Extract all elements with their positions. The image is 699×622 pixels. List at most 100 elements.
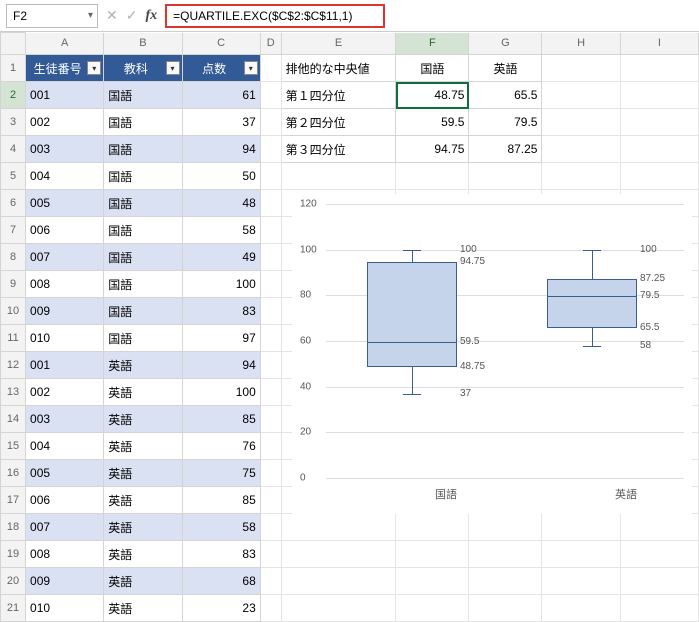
col-header-F[interactable]: F <box>396 33 469 55</box>
cell-A15[interactable]: 004 <box>26 433 104 460</box>
cell-E20[interactable] <box>281 568 396 595</box>
row-header-9[interactable]: 9 <box>1 271 26 298</box>
chevron-down-icon[interactable]: ▾ <box>88 10 93 21</box>
cell-D10[interactable] <box>260 298 281 325</box>
cell-I20[interactable] <box>620 568 698 595</box>
cell-B18[interactable]: 英語 <box>104 514 182 541</box>
row-header-15[interactable]: 15 <box>1 433 26 460</box>
cell-C3[interactable]: 37 <box>182 109 260 136</box>
row-header-8[interactable]: 8 <box>1 244 26 271</box>
cell-I2[interactable] <box>620 82 698 109</box>
row-header-16[interactable]: 16 <box>1 460 26 487</box>
cell-C9[interactable]: 100 <box>182 271 260 298</box>
cell-F20[interactable] <box>396 568 469 595</box>
row-header-17[interactable]: 17 <box>1 487 26 514</box>
cell-F2[interactable]: 48.75 <box>396 82 469 109</box>
cell-D12[interactable] <box>260 352 281 379</box>
cell-A8[interactable]: 007 <box>26 244 104 271</box>
cell-H5[interactable] <box>542 163 620 190</box>
cell-C5[interactable]: 50 <box>182 163 260 190</box>
cell-C19[interactable]: 83 <box>182 541 260 568</box>
cell-A17[interactable]: 006 <box>26 487 104 514</box>
col-header-H[interactable]: H <box>542 33 620 55</box>
cell-D11[interactable] <box>260 325 281 352</box>
cell-A6[interactable]: 005 <box>26 190 104 217</box>
cell-D8[interactable] <box>260 244 281 271</box>
cell-E19[interactable] <box>281 541 396 568</box>
cell-F3[interactable]: 59.5 <box>396 109 469 136</box>
cell-B5[interactable]: 国語 <box>104 163 182 190</box>
cell-G20[interactable] <box>469 568 542 595</box>
cell-I5[interactable] <box>620 163 698 190</box>
cell-G5[interactable] <box>469 163 542 190</box>
cell-A21[interactable]: 010 <box>26 595 104 622</box>
row-header-19[interactable]: 19 <box>1 541 26 568</box>
cell-D3[interactable] <box>260 109 281 136</box>
cell-C20[interactable]: 68 <box>182 568 260 595</box>
cell-I3[interactable] <box>620 109 698 136</box>
col-header-G[interactable]: G <box>469 33 542 55</box>
cell-F21[interactable] <box>396 595 469 622</box>
cell-G18[interactable] <box>469 514 542 541</box>
cell-H19[interactable] <box>542 541 620 568</box>
cell-B12[interactable]: 英語 <box>104 352 182 379</box>
cell-D19[interactable] <box>260 541 281 568</box>
row-header-21[interactable]: 21 <box>1 595 26 622</box>
filter-dropdown-icon[interactable]: ▾ <box>244 61 258 75</box>
cell-A13[interactable]: 002 <box>26 379 104 406</box>
cell-C14[interactable]: 85 <box>182 406 260 433</box>
cell-C1[interactable]: 点数▾ <box>182 55 260 82</box>
cell-H4[interactable] <box>542 136 620 163</box>
cell-C4[interactable]: 94 <box>182 136 260 163</box>
row-header-2[interactable]: 2 <box>1 82 26 109</box>
cell-A14[interactable]: 003 <box>26 406 104 433</box>
cell-E2[interactable]: 第１四分位 <box>281 82 396 109</box>
cell-C12[interactable]: 94 <box>182 352 260 379</box>
cell-A9[interactable]: 008 <box>26 271 104 298</box>
cell-C16[interactable]: 75 <box>182 460 260 487</box>
col-header-E[interactable]: E <box>281 33 396 55</box>
formula-input[interactable]: =QUARTILE.EXC($C$2:$C$11,1) <box>165 4 385 28</box>
cell-I1[interactable] <box>620 55 698 82</box>
accept-icon[interactable]: ✓ <box>126 7 138 24</box>
cell-I19[interactable] <box>620 541 698 568</box>
cell-A5[interactable]: 004 <box>26 163 104 190</box>
cell-C10[interactable]: 83 <box>182 298 260 325</box>
cell-D5[interactable] <box>260 163 281 190</box>
row-header-12[interactable]: 12 <box>1 352 26 379</box>
row-header-18[interactable]: 18 <box>1 514 26 541</box>
cell-G1[interactable]: 英語 <box>469 55 542 82</box>
box-plot-chart[interactable]: 0 20 40 60 80 100 120 10094.7559.548.753… <box>292 194 692 514</box>
fx-icon[interactable]: fx <box>145 8 157 24</box>
cell-D2[interactable] <box>260 82 281 109</box>
name-box[interactable]: F2 ▾ <box>6 4 98 28</box>
cell-D1[interactable] <box>260 55 281 82</box>
cell-B3[interactable]: 国語 <box>104 109 182 136</box>
cell-G19[interactable] <box>469 541 542 568</box>
cell-B8[interactable]: 国語 <box>104 244 182 271</box>
row-header-11[interactable]: 11 <box>1 325 26 352</box>
cell-F4[interactable]: 94.75 <box>396 136 469 163</box>
cell-B9[interactable]: 国語 <box>104 271 182 298</box>
cell-B11[interactable]: 国語 <box>104 325 182 352</box>
col-header-C[interactable]: C <box>182 33 260 55</box>
cell-B15[interactable]: 英語 <box>104 433 182 460</box>
row-header-10[interactable]: 10 <box>1 298 26 325</box>
cell-D9[interactable] <box>260 271 281 298</box>
col-header-D[interactable]: D <box>260 33 281 55</box>
cell-H1[interactable] <box>542 55 620 82</box>
cell-B20[interactable]: 英語 <box>104 568 182 595</box>
filter-dropdown-icon[interactable]: ▾ <box>87 61 101 75</box>
cell-H2[interactable] <box>542 82 620 109</box>
cell-D7[interactable] <box>260 217 281 244</box>
cell-G4[interactable]: 87.25 <box>469 136 542 163</box>
cell-A3[interactable]: 002 <box>26 109 104 136</box>
cell-A2[interactable]: 001 <box>26 82 104 109</box>
cell-B14[interactable]: 英語 <box>104 406 182 433</box>
cell-C7[interactable]: 58 <box>182 217 260 244</box>
cell-D6[interactable] <box>260 190 281 217</box>
cell-B17[interactable]: 英語 <box>104 487 182 514</box>
cell-A4[interactable]: 003 <box>26 136 104 163</box>
cell-C18[interactable]: 58 <box>182 514 260 541</box>
cell-F18[interactable] <box>396 514 469 541</box>
